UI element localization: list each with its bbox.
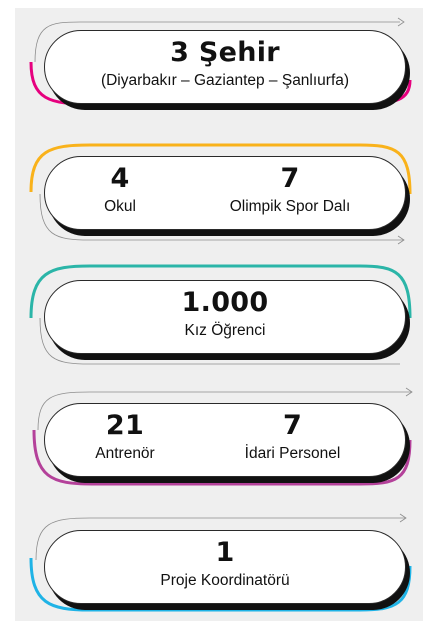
- card-coordinator: 1 Proje Koordinatörü: [44, 530, 406, 604]
- coaches-count: 21: [105, 410, 145, 441]
- students-count: 1.000: [181, 287, 269, 318]
- coordinator-label: Proje Koordinatörü: [160, 572, 290, 589]
- sports-count: 7: [280, 163, 300, 194]
- schools-count: 4: [110, 163, 130, 194]
- cities-list: (Diyarbakır – Gaziantep – Şanlıurfa): [100, 72, 350, 89]
- sports-label: Olimpik Spor Dalı: [229, 198, 351, 215]
- admin-label: İdari Personel: [244, 445, 341, 462]
- card-schools-sports: 4 Okul 7 Olimpik Spor Dalı: [44, 156, 406, 230]
- cities-count: 3 Şehir: [170, 37, 280, 68]
- schools-stat: 4 Okul: [45, 157, 195, 229]
- sports-stat: 7 Olimpik Spor Dalı: [195, 157, 385, 229]
- students-label: Kız Öğrenci: [184, 322, 266, 339]
- coaches-stat: 21 Antrenör: [45, 404, 205, 476]
- coaches-label: Antrenör: [95, 445, 155, 462]
- card-students: 1.000 Kız Öğrenci: [44, 280, 406, 354]
- coordinator-count: 1: [215, 537, 235, 568]
- admin-count: 7: [282, 410, 303, 441]
- card-cities: 3 Şehir (Diyarbakır – Gaziantep – Şanlıu…: [44, 30, 406, 104]
- schools-label: Okul: [104, 198, 136, 215]
- card-staff: 21 Antrenör 7 İdari Personel: [44, 403, 406, 477]
- admin-stat: 7 İdari Personel: [205, 404, 380, 476]
